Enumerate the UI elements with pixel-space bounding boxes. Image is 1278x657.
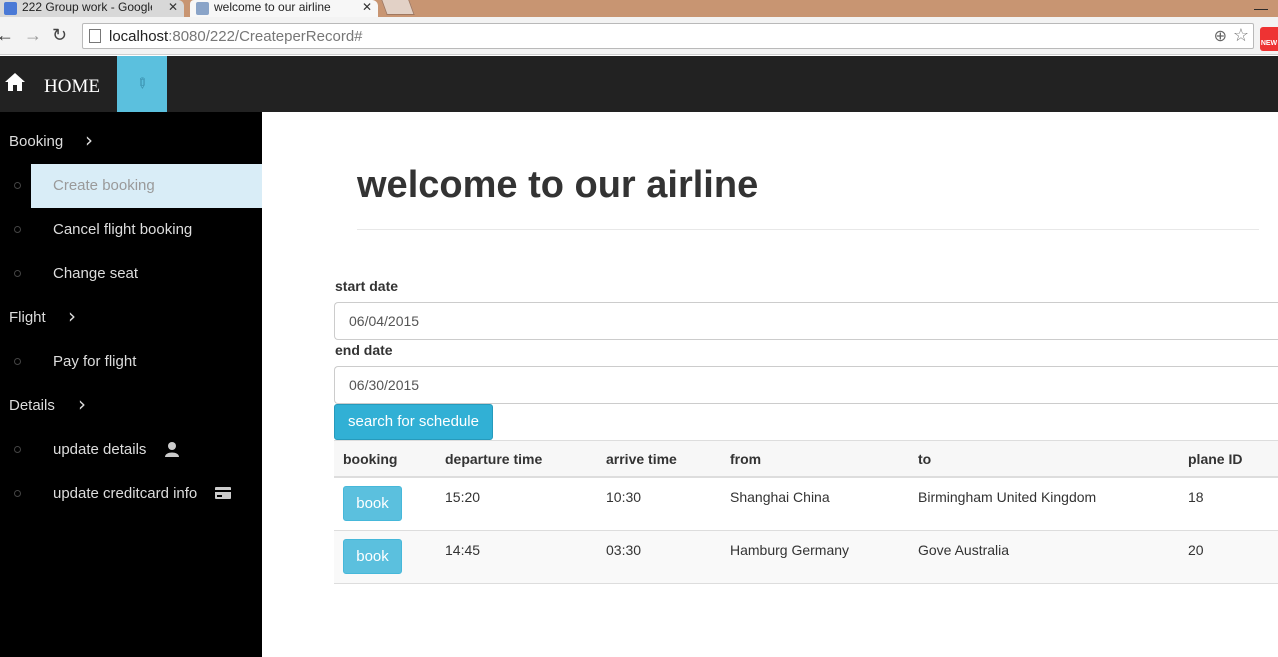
column-header-booking: booking bbox=[343, 451, 398, 467]
browser-tab-airline[interactable]: welcome to our airline ✕ bbox=[190, 0, 378, 17]
departure-cell: 14:45 bbox=[445, 542, 481, 558]
bullet-icon bbox=[14, 182, 21, 189]
page-title: welcome to our airline bbox=[357, 164, 759, 206]
end-date-label: end date bbox=[335, 342, 393, 358]
forward-arrow-icon[interactable]: → bbox=[24, 25, 42, 45]
url-host: localhost bbox=[109, 28, 169, 45]
url-path: :8080/222/CreateperRecord# bbox=[168, 28, 363, 45]
sidebar: Booking › Create booking Cancel flight b… bbox=[0, 112, 262, 657]
title-divider bbox=[357, 229, 1259, 230]
bullet-icon bbox=[14, 446, 21, 453]
tab-title: welcome to our airline bbox=[214, 0, 331, 14]
sidebar-item-update-creditcard-info[interactable]: update creditcard info bbox=[0, 472, 262, 516]
sidebar-item-pay-for-flight[interactable]: Pay for flight bbox=[0, 340, 262, 384]
sidebar-group-flight[interactable]: Flight bbox=[9, 309, 46, 326]
new-tab-button[interactable] bbox=[381, 0, 415, 15]
home-link[interactable]: HOME bbox=[44, 76, 100, 98]
pin-toggle-button[interactable]: ✎ bbox=[117, 56, 167, 112]
from-cell: Hamburg Germany bbox=[730, 542, 850, 558]
docs-favicon-icon bbox=[4, 2, 17, 15]
column-header-plane-id: plane ID bbox=[1188, 451, 1243, 467]
browser-toolbar: ← → ↻ localhost:8080/222/CreateperRecord… bbox=[0, 17, 1278, 55]
bullet-icon bbox=[14, 358, 21, 365]
minimize-window-button[interactable]: — bbox=[1254, 0, 1268, 16]
close-tab-icon[interactable]: ✕ bbox=[168, 0, 178, 15]
user-icon bbox=[165, 442, 179, 457]
bookmark-star-icon[interactable]: ☆ bbox=[1233, 25, 1249, 46]
zoom-icon[interactable]: ⊕ bbox=[1214, 26, 1227, 46]
chevron-right-icon[interactable]: › bbox=[78, 392, 86, 416]
sidebar-item-update-details[interactable]: update details bbox=[0, 428, 262, 472]
chevron-right-icon[interactable]: › bbox=[85, 128, 93, 152]
sidebar-group-details[interactable]: Details bbox=[9, 397, 55, 414]
chevron-right-icon[interactable]: › bbox=[68, 304, 76, 328]
start-date-input[interactable]: 06/04/2015 bbox=[334, 302, 1278, 340]
airline-favicon-icon bbox=[196, 2, 209, 15]
page-icon bbox=[89, 29, 101, 43]
table-row: book 14:45 03:30 Hamburg Germany Gove Au… bbox=[334, 531, 1278, 584]
url-text[interactable]: localhost:8080/222/CreateperRecord# bbox=[109, 28, 363, 45]
home-icon[interactable] bbox=[4, 72, 26, 92]
bullet-icon bbox=[14, 270, 21, 277]
back-arrow-icon[interactable]: ← bbox=[0, 25, 14, 45]
top-navbar: HOME ✎ bbox=[0, 56, 1278, 112]
column-header-from: from bbox=[730, 451, 762, 467]
reload-icon[interactable]: ↻ bbox=[52, 25, 67, 45]
from-cell: Shanghai China bbox=[730, 489, 830, 505]
bullet-icon bbox=[14, 490, 21, 497]
pin-icon: ✎ bbox=[132, 73, 153, 93]
to-cell: Gove Australia bbox=[918, 542, 1010, 558]
search-schedule-button[interactable]: search for schedule bbox=[334, 404, 493, 440]
sidebar-item-cancel-flight-booking[interactable]: Cancel flight booking bbox=[0, 208, 262, 252]
extension-icon[interactable]: NEW bbox=[1260, 27, 1278, 51]
departure-cell: 15:20 bbox=[445, 489, 481, 505]
arrive-cell: 10:30 bbox=[606, 489, 642, 505]
arrive-cell: 03:30 bbox=[606, 542, 642, 558]
close-tab-icon[interactable]: ✕ bbox=[362, 0, 372, 15]
credit-card-icon bbox=[215, 487, 231, 499]
sidebar-item-label: Cancel flight booking bbox=[53, 221, 193, 238]
main-content: welcome to our airline start date 06/04/… bbox=[262, 112, 1278, 657]
sidebar-item-change-seat[interactable]: Change seat bbox=[0, 252, 262, 296]
column-header-departure: departure time bbox=[445, 451, 543, 467]
sidebar-item-label: update creditcard info bbox=[53, 485, 198, 502]
end-date-input[interactable]: 06/30/2015 bbox=[334, 366, 1278, 404]
book-button[interactable]: book bbox=[343, 539, 402, 574]
book-button[interactable]: book bbox=[343, 486, 402, 521]
sidebar-item-label: Pay for flight bbox=[53, 353, 137, 370]
sidebar-item-label: Create booking bbox=[53, 177, 155, 194]
column-header-arrive: arrive time bbox=[606, 451, 677, 467]
plane-id-cell: 20 bbox=[1188, 542, 1204, 558]
sidebar-group-booking[interactable]: Booking bbox=[9, 133, 63, 150]
table-header: booking departure time arrive time from … bbox=[334, 440, 1278, 478]
to-cell: Birmingham United Kingdom bbox=[918, 489, 1097, 505]
browser-tab-strip: 222 Group work - Google D ✕ welcome to o… bbox=[0, 0, 1278, 17]
table-row: book 15:20 10:30 Shanghai China Birmingh… bbox=[334, 478, 1278, 531]
extension-badge: NEW bbox=[1260, 40, 1278, 47]
column-header-to: to bbox=[918, 451, 932, 467]
tab-title: 222 Group work - Google D bbox=[22, 0, 152, 14]
sidebar-item-label: Change seat bbox=[53, 265, 139, 282]
sidebar-item-create-booking[interactable]: Create booking bbox=[0, 164, 262, 208]
plane-id-cell: 18 bbox=[1188, 489, 1204, 505]
address-bar[interactable]: localhost:8080/222/CreateperRecord# ⊕ ☆ bbox=[82, 23, 1254, 49]
start-date-label: start date bbox=[335, 278, 399, 294]
browser-tab-google-docs[interactable]: 222 Group work - Google D ✕ bbox=[0, 0, 184, 17]
sidebar-item-label: update details bbox=[53, 441, 147, 458]
bullet-icon bbox=[14, 226, 21, 233]
